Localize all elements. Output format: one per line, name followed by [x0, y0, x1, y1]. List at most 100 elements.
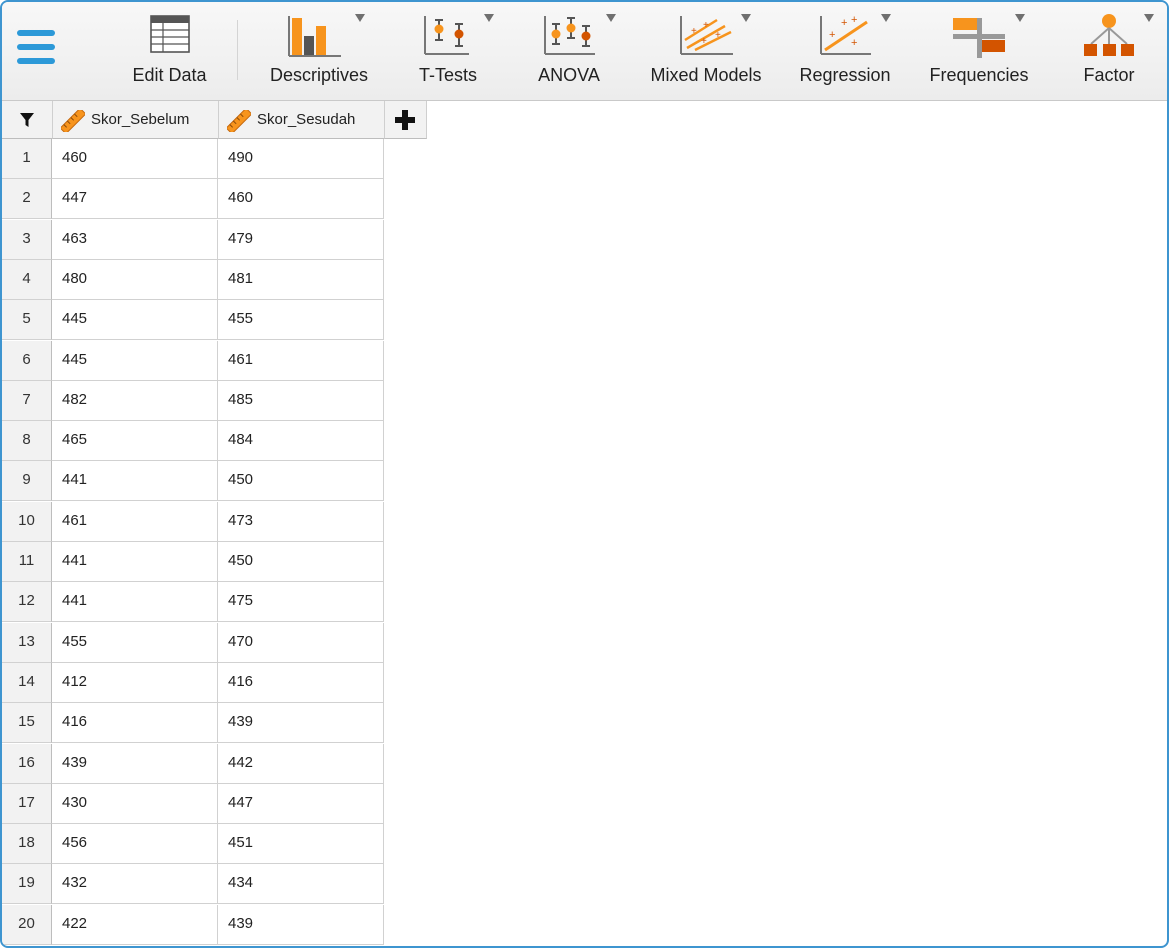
- row-number[interactable]: 7: [2, 380, 52, 421]
- row-number[interactable]: 18: [2, 824, 52, 865]
- regression-icon: + + + +: [820, 14, 871, 55]
- cell-skor-sesudah[interactable]: 442: [218, 743, 384, 784]
- row-number[interactable]: 17: [2, 783, 52, 824]
- cell-skor-sebelum[interactable]: 441: [52, 582, 218, 623]
- frequencies-label: Frequencies: [929, 65, 1029, 85]
- row-number[interactable]: 3: [2, 219, 52, 260]
- svg-text:+: +: [841, 17, 847, 29]
- cell-skor-sebelum[interactable]: 432: [52, 864, 218, 905]
- filter-icon: [20, 113, 34, 127]
- row-number[interactable]: 11: [2, 542, 52, 582]
- cell-skor-sesudah[interactable]: 473: [218, 501, 384, 542]
- regression-label: Regression: [799, 65, 891, 85]
- cell-skor-sebelum[interactable]: 430: [52, 783, 218, 824]
- regression-dropdown-icon: [881, 14, 891, 22]
- cell-skor-sebelum[interactable]: 482: [52, 380, 218, 421]
- cell-skor-sebelum[interactable]: 416: [52, 703, 218, 744]
- cell-skor-sebelum[interactable]: 439: [52, 743, 218, 784]
- svg-text:+: +: [703, 20, 709, 31]
- cell-skor-sebelum[interactable]: 455: [52, 622, 218, 663]
- svg-text:+: +: [851, 14, 857, 26]
- row-number[interactable]: 1: [2, 139, 52, 179]
- cell-skor-sesudah[interactable]: 461: [218, 340, 384, 381]
- regression-button[interactable]: + + + + Regression: [793, 10, 897, 92]
- frequencies-dropdown-icon: [1015, 14, 1025, 22]
- row-number[interactable]: 14: [2, 662, 52, 703]
- row-number[interactable]: 8: [2, 421, 52, 462]
- cell-skor-sesudah[interactable]: 490: [218, 139, 384, 179]
- cell-skor-sesudah[interactable]: 450: [218, 461, 384, 502]
- cell-skor-sebelum[interactable]: 441: [52, 461, 218, 502]
- row-number[interactable]: 15: [2, 703, 52, 744]
- mixed-models-icon: + + + +: [680, 16, 733, 55]
- edit-data-button[interactable]: Edit Data: [122, 10, 217, 92]
- ttests-icon: [424, 16, 469, 55]
- column-header-skor-sebelum[interactable]: Skor_Sebelum: [53, 101, 219, 139]
- cell-skor-sebelum[interactable]: 456: [52, 824, 218, 865]
- cell-skor-sebelum[interactable]: 465: [52, 421, 218, 462]
- row-number[interactable]: 10: [2, 501, 52, 542]
- mixed-models-button[interactable]: + + + + Mixed Models: [643, 10, 769, 92]
- cell-skor-sesudah[interactable]: 460: [218, 179, 384, 220]
- row-number[interactable]: 9: [2, 461, 52, 502]
- app-window: Edit Data Descriptives T-Tests ANOVA + +…: [0, 0, 1169, 948]
- cell-skor-sesudah[interactable]: 439: [218, 703, 384, 744]
- factor-icon: [1084, 14, 1134, 56]
- cell-skor-sesudah[interactable]: 470: [218, 622, 384, 663]
- cell-skor-sesudah[interactable]: 439: [218, 904, 384, 945]
- anova-button[interactable]: ANOVA: [528, 10, 616, 92]
- cell-skor-sebelum[interactable]: 441: [52, 542, 218, 582]
- cell-skor-sebelum[interactable]: 461: [52, 501, 218, 542]
- cell-skor-sebelum[interactable]: 460: [52, 139, 218, 179]
- row-number[interactable]: 13: [2, 622, 52, 663]
- cell-skor-sebelum[interactable]: 412: [52, 662, 218, 703]
- descriptives-icon: [288, 16, 341, 57]
- cell-skor-sesudah[interactable]: 450: [218, 542, 384, 582]
- anova-dropdown-icon: [606, 14, 616, 22]
- row-number[interactable]: 5: [2, 300, 52, 341]
- row-number[interactable]: 2: [2, 179, 52, 220]
- cell-skor-sesudah[interactable]: 455: [218, 300, 384, 341]
- cell-skor-sesudah[interactable]: 447: [218, 783, 384, 824]
- cell-skor-sesudah[interactable]: 484: [218, 421, 384, 462]
- row-number[interactable]: 19: [2, 864, 52, 905]
- svg-text:+: +: [851, 37, 857, 49]
- cell-skor-sesudah[interactable]: 485: [218, 380, 384, 421]
- frequencies-button[interactable]: Frequencies: [921, 10, 1037, 92]
- factor-button[interactable]: Factor: [1072, 10, 1154, 92]
- cell-skor-sesudah[interactable]: 434: [218, 864, 384, 905]
- descriptives-dropdown-icon: [355, 14, 365, 22]
- plus-icon: [395, 110, 415, 130]
- cell-skor-sesudah[interactable]: 416: [218, 662, 384, 703]
- filter-header[interactable]: [2, 101, 53, 139]
- column-header-skor-sesudah[interactable]: Skor_Sesudah: [219, 101, 385, 139]
- cell-skor-sebelum[interactable]: 480: [52, 259, 218, 300]
- cell-skor-sebelum[interactable]: 447: [52, 179, 218, 220]
- row-number[interactable]: 16: [2, 743, 52, 784]
- frequencies-icon: [953, 18, 1005, 58]
- ttests-button[interactable]: T-Tests: [408, 10, 494, 92]
- cell-skor-sesudah[interactable]: 475: [218, 582, 384, 623]
- cell-skor-sesudah[interactable]: 481: [218, 259, 384, 300]
- cell-skor-sebelum[interactable]: 422: [52, 904, 218, 945]
- svg-text:+: +: [701, 36, 707, 47]
- row-number[interactable]: 4: [2, 259, 52, 300]
- ttests-dropdown-icon: [484, 14, 494, 22]
- row-number[interactable]: 6: [2, 340, 52, 381]
- descriptives-button[interactable]: Descriptives: [259, 10, 379, 92]
- row-number[interactable]: 20: [2, 904, 52, 945]
- cell-skor-sebelum[interactable]: 445: [52, 340, 218, 381]
- column-name: Skor_Sesudah: [257, 111, 356, 128]
- cell-skor-sesudah[interactable]: 479: [218, 219, 384, 260]
- cell-skor-sebelum[interactable]: 445: [52, 300, 218, 341]
- hamburger-menu-icon[interactable]: [17, 30, 55, 68]
- svg-text:+: +: [829, 29, 835, 41]
- toolbar-separator: [237, 20, 238, 80]
- edit-data-label: Edit Data: [132, 65, 207, 85]
- mixed-models-label: Mixed Models: [650, 65, 762, 85]
- column-name: Skor_Sebelum: [91, 111, 190, 128]
- row-number[interactable]: 12: [2, 582, 52, 623]
- cell-skor-sesudah[interactable]: 451: [218, 824, 384, 865]
- cell-skor-sebelum[interactable]: 463: [52, 219, 218, 260]
- add-column-button[interactable]: [385, 101, 427, 139]
